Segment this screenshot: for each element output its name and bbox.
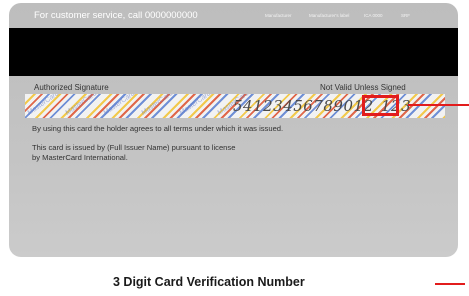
customer-service-text: For customer service, call 0000000000 <box>34 10 198 21</box>
manufacturer-label: Manufacturer <box>265 13 292 18</box>
terms-text: By using this card the holder agrees to … <box>32 124 284 133</box>
issuer-line-2: by MasterCard International. <box>32 152 128 162</box>
cvv-highlight-box <box>362 95 399 116</box>
card-top-band: For customer service, call 0000000000 Ma… <box>9 3 458 27</box>
account-number-digits: 54123456789012 <box>233 97 374 115</box>
card-back: For customer service, call 0000000000 Ma… <box>9 3 458 257</box>
issuer-line-1: This card is issued by (Full Issuer Name… <box>32 143 236 152</box>
watermark-text: MasterCard <box>26 94 61 117</box>
ica-label: ICA 0000 <box>364 13 383 18</box>
authorized-signature-label: Authorized Signature <box>34 83 109 92</box>
manufacturer-label-2: Manufacturer's label <box>309 13 350 18</box>
cvv-caption: 3 Digit Card Verification Number <box>113 275 305 289</box>
srf-label: SRF <box>401 13 410 18</box>
magnetic-stripe <box>9 28 458 76</box>
not-valid-label: Not Valid Unless Signed <box>320 83 406 92</box>
watermark-text: MasterCard <box>64 94 99 117</box>
watermark-text: MasterCard <box>102 94 137 117</box>
cvv-pointer-line <box>408 104 469 106</box>
caption-pointer-line <box>435 283 465 285</box>
watermark-text: MasterCard <box>140 94 175 117</box>
watermark-text: MasterCard <box>178 94 213 117</box>
issuer-text: This card is issued by (Full Issuer Name… <box>32 143 235 162</box>
